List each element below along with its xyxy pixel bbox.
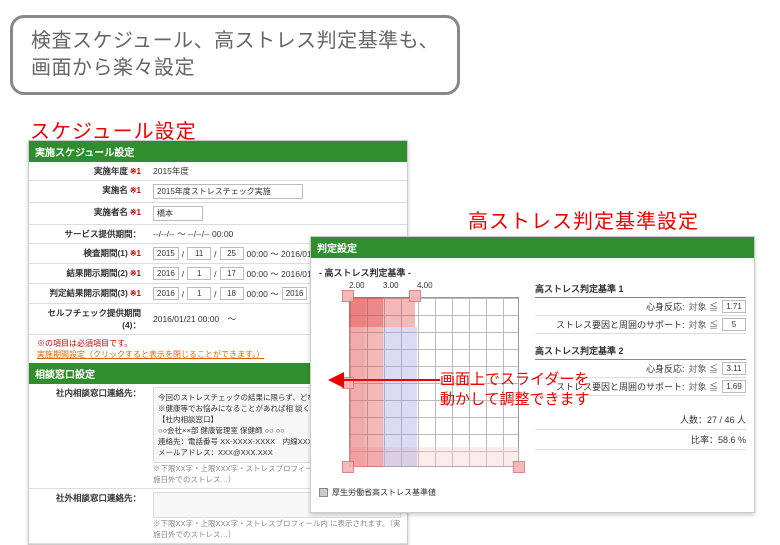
kensa-month[interactable]: 11	[187, 247, 211, 260]
tick-1: 3.00	[383, 281, 417, 290]
star: ※1	[130, 269, 141, 278]
kaiji2-y[interactable]: 2016	[153, 287, 179, 300]
label-person: 実施者名	[94, 207, 128, 217]
colon: ：	[132, 229, 141, 239]
crit2-r1-input[interactable]: 3.11	[722, 362, 746, 375]
anno-l1: 画面上でスライダーを	[440, 370, 590, 390]
kaiji2-y2[interactable]: 2016	[282, 287, 308, 300]
stress-heading: 高ストレス判定基準設定	[468, 205, 699, 234]
tilde: 〜	[228, 313, 237, 325]
slogan-box: 検査スケジュール、高ストレス判定基準も、 画面から楽々設定	[10, 15, 460, 95]
summary: 人数：27 / 46 人 比率：58.6 %	[535, 410, 746, 450]
kaiji1-y[interactable]: 2016	[153, 267, 179, 280]
crit2-title: 高ストレス判定基準 2	[535, 344, 746, 360]
label-contact-out: 社外相談窓口連絡先	[56, 493, 133, 503]
crit1-r1-op: 対象 ≦	[688, 300, 718, 313]
label-kaiji1: 結果開示期間(2)	[66, 268, 127, 278]
kaiji2-m[interactable]: 1	[187, 287, 211, 300]
star: ※1	[130, 208, 141, 217]
crit2-r1-op: 対象 ≦	[688, 362, 718, 375]
summary-people-label: 人数：	[680, 415, 707, 425]
star: ※1	[130, 167, 141, 176]
slider-handle-tl[interactable]	[342, 290, 354, 302]
kaiji1-m[interactable]: 1	[187, 267, 211, 280]
summary-ratio-val: 58.6 %	[718, 435, 746, 445]
label-kensa: 検査期間(1)	[83, 248, 127, 258]
label-nendo: 実施年度	[94, 166, 128, 176]
star: ※1	[130, 186, 141, 195]
row-nendo: 実施年度※1 2015年度	[29, 162, 407, 181]
input-person[interactable]: 橋本	[153, 206, 203, 221]
summary-ratio-label: 比率：	[691, 435, 718, 445]
overlay-crit2	[383, 327, 417, 467]
kaiji2-d[interactable]: 18	[220, 287, 244, 300]
tick-0: 2.00	[349, 281, 383, 290]
overlay-crit1-side	[349, 297, 383, 467]
kaiji1-d[interactable]: 17	[220, 267, 244, 280]
crit1-row1: 心身反応: 対象 ≦ 1.71	[535, 298, 746, 316]
label-self: セルフチェック提供期間(4)：	[47, 308, 141, 330]
kaiji2-range1: 00:00 〜	[247, 288, 279, 300]
chart-title: - 高ストレス判定基準 -	[319, 264, 529, 281]
label-service: サービス提供期間	[64, 229, 132, 239]
slider-handle-t[interactable]	[409, 290, 421, 302]
crit1-title: 高ストレス判定基準 1	[535, 282, 746, 298]
summary-people-val: 27 / 46 人	[707, 415, 746, 425]
input-name[interactable]: 2015年度ストレスチェック実施	[153, 184, 303, 199]
annotation-text: 画面上でスライダーを 動かして調整できます	[440, 370, 590, 411]
anno-l2: 動かして調整できます	[440, 390, 590, 410]
crit1-r2-input[interactable]: 5	[722, 318, 746, 331]
row-name: 実施名※1 2015年度ストレスチェック実施	[29, 181, 407, 203]
crit2-r2-input[interactable]: 1.69	[722, 380, 746, 393]
legend-swatch-icon	[319, 488, 328, 497]
schedule-panel-title: 実施スケジュール設定	[29, 141, 407, 162]
chart-legend: 厚生労働省高ストレス基準値	[319, 487, 529, 498]
colon: ：	[132, 493, 141, 503]
slider-handle-bl[interactable]	[342, 461, 354, 473]
crit2-r2-op: 対象 ≦	[688, 380, 718, 393]
label-name: 実施名	[102, 185, 128, 195]
crit1-r2-op: 対象 ≦	[688, 318, 718, 331]
value-service: --/--/-- 〜 --/--/-- 00:00	[153, 228, 233, 240]
legend-text: 厚生労働省高ストレス基準値	[332, 488, 436, 497]
chart-ticks: 2.00 3.00 4.00	[349, 281, 451, 290]
slider-handle-l[interactable]	[342, 377, 354, 389]
label-kaiji2: 判定結果開示期間(3)	[49, 288, 127, 298]
contact-out-foot: ※下限XX字・上限XXX字・ストレスプロフィール内 に表示されます。（実施日外で…	[153, 518, 401, 540]
crit-block-1: 高ストレス判定基準 1 心身反応: 対象 ≦ 1.71 ストレス要因と周囲のサポ…	[535, 282, 746, 334]
tick-2: 4.00	[417, 281, 451, 290]
kensa-year[interactable]: 2015	[153, 247, 179, 260]
crit1-row2: ストレス要因と周囲のサポート: 対象 ≦ 5	[535, 316, 746, 334]
self-date: 2016/01/21 00:00	[153, 314, 219, 324]
value-nendo: 2015年度	[153, 165, 189, 177]
slider-handle-br[interactable]	[513, 461, 525, 473]
row-person: 実施者名※1 橋本	[29, 203, 407, 225]
colon: ：	[132, 388, 141, 398]
star: ※1	[130, 289, 141, 298]
crit1-r2-label: ストレス要因と周囲のサポート:	[535, 318, 684, 331]
label-contact-in: 社内相談窓口連絡先	[56, 388, 133, 398]
slogan-line1: 検査スケジュール、高ストレス判定基準も、	[31, 28, 439, 55]
crit1-r1-input[interactable]: 1.71	[722, 300, 746, 313]
stress-panel-title: 判定設定	[311, 237, 754, 258]
star: ※1	[130, 249, 141, 258]
slogan-line2: 画面から楽々設定	[31, 55, 439, 82]
kensa-day[interactable]: 25	[220, 247, 244, 260]
crit1-r1-label: 心身反応:	[535, 300, 684, 313]
